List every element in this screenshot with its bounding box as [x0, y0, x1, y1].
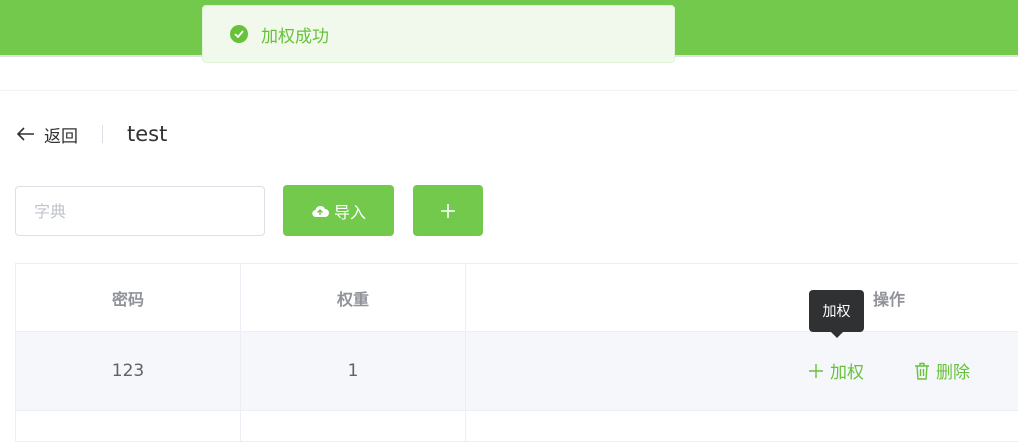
table-row: 123 1 加权 删除	[16, 332, 1018, 411]
table-header-row: 密码 权重 操作	[16, 264, 1018, 332]
column-header-actions-label: 操作	[873, 286, 905, 310]
column-header-weight: 权重	[241, 264, 466, 332]
cell-password: 123	[16, 332, 241, 411]
tooltip-arrow	[831, 332, 843, 338]
cell-empty	[16, 411, 241, 442]
cloud-upload-icon	[311, 204, 329, 218]
tooltip-text: 加权	[823, 301, 851, 321]
column-header-actions: 操作	[466, 264, 1018, 332]
trash-icon	[914, 362, 930, 380]
import-button[interactable]: 导入	[283, 185, 394, 236]
promote-label: 加权	[830, 358, 864, 383]
column-header-password: 密码	[16, 264, 241, 332]
header-divider	[0, 90, 1018, 91]
toast-message: 加权成功	[261, 22, 329, 47]
cell-empty	[466, 411, 1018, 442]
arrow-left-icon	[16, 126, 36, 142]
check-circle-icon	[230, 25, 248, 43]
header-separator	[102, 125, 103, 143]
add-button[interactable]	[413, 185, 483, 236]
table-row	[16, 411, 1018, 442]
data-table: 密码 权重 操作 123 1 加权 删除	[15, 263, 1018, 442]
delete-button[interactable]: 删除	[914, 358, 970, 383]
cell-actions: 加权 删除	[466, 332, 1018, 411]
back-label: 返回	[44, 122, 78, 147]
plus-icon	[808, 363, 824, 379]
delete-label: 删除	[936, 358, 970, 383]
promote-tooltip: 加权	[809, 290, 864, 332]
promote-button[interactable]: 加权	[808, 358, 864, 383]
cell-weight: 1	[241, 332, 466, 411]
page-header: 返回 test	[16, 120, 167, 148]
page-title: test	[127, 122, 167, 146]
success-toast: 加权成功	[202, 5, 675, 63]
import-label: 导入	[334, 199, 366, 223]
plus-icon	[440, 203, 456, 219]
back-button[interactable]: 返回	[16, 122, 78, 147]
search-input[interactable]	[15, 186, 265, 236]
cell-empty	[241, 411, 466, 442]
